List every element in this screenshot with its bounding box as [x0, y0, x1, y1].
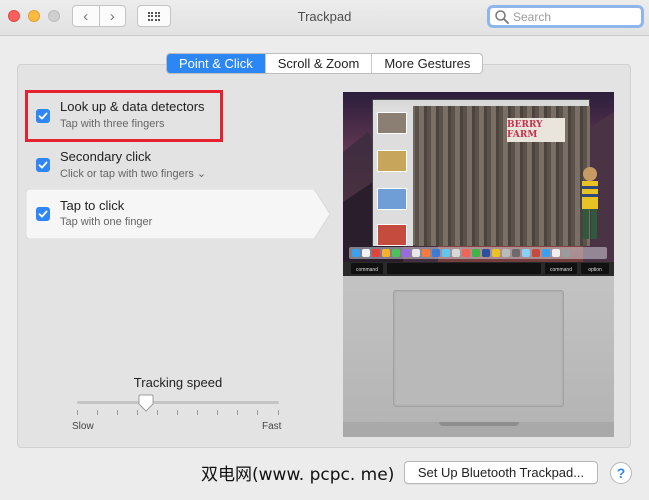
slider-tick	[237, 410, 238, 415]
slider-tick	[77, 410, 78, 415]
slider-tick	[217, 410, 218, 415]
tab-scroll-and-zoom[interactable]: Scroll & Zoom	[264, 54, 372, 73]
search-icon	[495, 9, 509, 24]
preview-dock	[349, 247, 607, 259]
search-field[interactable]	[487, 5, 644, 28]
tracking-speed-slider[interactable]	[77, 401, 279, 404]
slider-tick	[257, 410, 258, 415]
slider-tick	[97, 410, 98, 415]
selected-option-background	[26, 189, 330, 239]
slider-tick	[117, 410, 118, 415]
tap-to-click-subtitle: Tap with one finger	[60, 216, 153, 228]
tab-bar: Point & Click Scroll & Zoom More Gesture…	[166, 53, 484, 74]
slider-knob[interactable]	[138, 394, 154, 412]
key-space	[387, 263, 541, 274]
child-figure	[582, 167, 598, 239]
title-bar: ‹ › Trackpad	[0, 0, 649, 36]
preview-keyboard: command command option	[343, 262, 614, 276]
watermark-text: 双电网(www. pcpc. me)	[201, 465, 395, 485]
secondary-click-title: Secondary click	[60, 149, 152, 164]
help-button[interactable]: ?	[610, 462, 632, 484]
secondary-click-subtitle-dropdown[interactable]: Click or tap with two fingers ⌄	[60, 167, 206, 180]
preview-trackpad	[393, 290, 564, 407]
slider-max-label: Fast	[262, 421, 282, 432]
tab-point-and-click[interactable]: Point & Click	[167, 54, 265, 73]
tab-more-gestures[interactable]: More Gestures	[371, 54, 482, 73]
checkmark-icon	[38, 210, 48, 218]
preview-sidebar	[373, 106, 413, 246]
gesture-preview: BERRY FARM command command option	[343, 92, 614, 437]
key-option: option	[581, 263, 609, 274]
tap-to-click-title: Tap to click	[60, 198, 125, 213]
slider-tick	[157, 410, 158, 415]
preview-app-window: BERRY FARM	[372, 99, 598, 246]
checkmark-icon	[38, 161, 48, 169]
key-command-right: command	[545, 263, 577, 274]
highlight-annotation-box	[25, 90, 223, 142]
search-input[interactable]	[513, 9, 633, 24]
tap-to-click-checkbox[interactable]	[36, 207, 50, 221]
setup-bluetooth-trackpad-button[interactable]: Set Up Bluetooth Trackpad...	[404, 461, 598, 484]
slider-tick	[177, 410, 178, 415]
preview-photo: BERRY FARM	[415, 106, 598, 246]
preview-laptop-notch	[439, 422, 519, 426]
preview-banner: BERRY FARM	[507, 118, 565, 142]
preview-screen: BERRY FARM	[343, 92, 614, 269]
slider-tick	[197, 410, 198, 415]
key-command-left: command	[351, 263, 383, 274]
secondary-click-checkbox[interactable]	[36, 158, 50, 172]
tracking-speed-label: Tracking speed	[133, 375, 223, 390]
slider-tick	[278, 410, 279, 415]
slider-min-label: Slow	[72, 421, 94, 432]
